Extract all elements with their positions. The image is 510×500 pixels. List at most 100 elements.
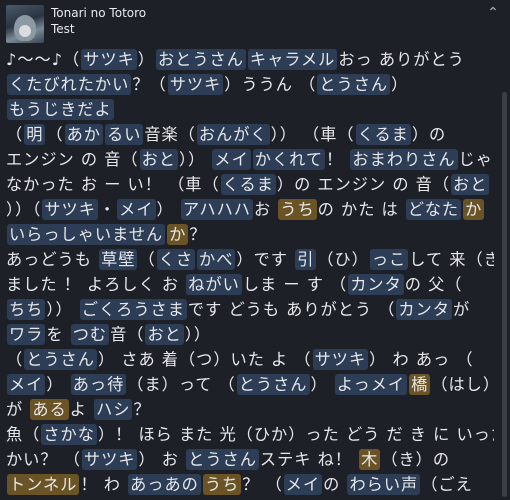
lyric-line[interactable]: が あるよ ハシ？ bbox=[6, 397, 494, 422]
lyric-text: ）） （ bbox=[270, 125, 321, 144]
lyric-word-chip[interactable]: とうさん bbox=[186, 449, 259, 470]
lyric-line[interactable]: ワラを つむ 音（ おと）） bbox=[6, 322, 494, 347]
lyric-word-chip[interactable]: あっ待 bbox=[70, 374, 127, 395]
lyric-text: ） bbox=[46, 375, 70, 394]
lyric-text: 車 bbox=[320, 125, 338, 144]
lyric-word-chip[interactable]: メイ bbox=[283, 474, 323, 495]
lyric-word-chip[interactable]: くるま bbox=[220, 174, 276, 195]
lyric-word-chip[interactable]: っこ bbox=[369, 249, 409, 270]
lyric-line[interactable]: 魚（ さかな）！ ほら また 光（ひか）った どう だ き に いった bbox=[6, 422, 494, 447]
lyric-line[interactable]: トンネル！ わ あっあの うち？ （メイの わらい声 （ごえ bbox=[6, 472, 494, 497]
lyric-word-chip[interactable]: 明 bbox=[24, 124, 46, 145]
lyric-word-chip[interactable]: よっメイ bbox=[334, 374, 408, 395]
lyric-line[interactable]: ））（ サツキ・メイ） アハハハお うちの かた は どなたか bbox=[6, 197, 494, 222]
lyric-word-chip[interactable]: かべ bbox=[197, 249, 236, 270]
lyric-text: です どうも ありがとう （ bbox=[187, 300, 396, 319]
lyric-text: ）！ ほら また 光（ひか）った どう だ き に いった bbox=[97, 425, 494, 444]
lyric-word-chip[interactable]: とうさん bbox=[24, 349, 97, 370]
lyric-line[interactable]: いらっしゃいませんか？ bbox=[6, 222, 494, 247]
lyric-text: ♪〜〜♪（ bbox=[6, 50, 81, 69]
lyric-word-chip[interactable]: メイ bbox=[117, 199, 156, 220]
lyric-word-chip[interactable]: ごくろうさま bbox=[79, 299, 187, 320]
lyric-line[interactable]: なかった お ー い！ （車（ くるま ）の エンジン の 音（ おと bbox=[6, 172, 494, 197]
lyric-text: ・ bbox=[98, 200, 117, 219]
lyric-text: ）です bbox=[236, 250, 295, 269]
lyric-word-chip[interactable]: くさ bbox=[156, 249, 196, 270]
lyrics-panel[interactable]: ♪〜〜♪（ サツキ）おとうさん キャラメル おっ ありがとう くたびれたかい ？（ サツキ）… bbox=[6, 47, 494, 499]
lyric-line[interactable]: ちち）） ごくろうさま です どうも ありがとう （カンタが bbox=[6, 297, 494, 322]
lyric-word-chip[interactable]: るい bbox=[104, 124, 144, 145]
lyric-word-chip[interactable]: サツキ bbox=[42, 199, 98, 220]
lyric-word-chip[interactable]: サツキ bbox=[167, 74, 224, 95]
lyric-word-chip-active[interactable]: か bbox=[463, 199, 485, 220]
lyric-text: ） bbox=[310, 375, 334, 394]
album-art[interactable] bbox=[6, 5, 44, 43]
lyric-word-chip[interactable]: おと bbox=[139, 149, 178, 170]
lyric-text: ！ わ bbox=[80, 475, 128, 494]
lyric-text: （ bbox=[337, 125, 355, 144]
lyric-word-chip[interactable]: アハハハ bbox=[180, 199, 253, 220]
lyric-word-chip[interactable]: さかな bbox=[41, 424, 97, 445]
lyric-line[interactable]: （とうさん） さあ 着（つ）いた よ （サツキ） わ あっ （ bbox=[6, 347, 494, 372]
lyric-word-chip[interactable]: かくれて bbox=[252, 149, 326, 170]
lyric-word-chip-active[interactable]: 橋 bbox=[409, 374, 431, 395]
lyric-word-chip-active[interactable]: か bbox=[167, 224, 189, 245]
lyric-word-chip[interactable]: メイ bbox=[212, 149, 251, 170]
lyric-word-chip[interactable]: つむ bbox=[70, 324, 110, 345]
lyric-word-chip-active[interactable]: 木 bbox=[359, 449, 381, 470]
lyric-text: が bbox=[452, 300, 471, 319]
lyric-word-chip[interactable]: サツキ bbox=[81, 49, 137, 70]
lyric-line[interactable]: ♪〜〜♪（ サツキ）おとうさん キャラメル おっ ありがとう bbox=[6, 47, 494, 72]
lyric-line[interactable]: （明（あか るい 音楽（ おんがく）） （車（ くるま ）の bbox=[6, 122, 494, 147]
lyric-word-chip[interactable]: おとうさん bbox=[155, 49, 246, 70]
lyric-word-chip[interactable]: キャラメル bbox=[247, 49, 338, 70]
lyric-word-chip[interactable]: 引 bbox=[295, 249, 317, 270]
lyric-text: ？ （ bbox=[242, 475, 283, 494]
lyric-word-chip-active[interactable]: トンネル bbox=[7, 474, 80, 495]
chevron-up-icon[interactable]: ⌃ bbox=[484, 4, 502, 22]
lyric-word-chip[interactable]: ハシ bbox=[94, 399, 133, 420]
lyric-text: ！ bbox=[326, 150, 350, 169]
lyric-word-chip[interactable]: おまわりさん bbox=[350, 149, 458, 170]
lyric-word-chip[interactable]: カンタ bbox=[396, 299, 452, 320]
lyric-line[interactable]: あっどうも 草壁（くさかべ）です 引（ひ）っこして 来（き） bbox=[6, 247, 494, 272]
lyric-word-chip-active[interactable]: ある bbox=[30, 399, 69, 420]
lyric-line[interactable]: くたびれたかい ？（ サツキ ）ううん （とうさん） bbox=[6, 72, 494, 97]
lyric-word-chip[interactable]: とうさん bbox=[236, 374, 310, 395]
lyric-word-chip[interactable]: おと bbox=[451, 174, 490, 195]
lyric-line[interactable]: メイ） あっ待 （ま）って （とうさん） よっメイ橋（はし） bbox=[6, 372, 494, 397]
lyric-word-chip[interactable]: ワラ bbox=[7, 324, 46, 345]
lyric-word-chip[interactable]: いらっしゃいません bbox=[7, 224, 166, 245]
lyric-word-chip[interactable]: サツキ bbox=[312, 349, 369, 370]
lyric-line[interactable]: エンジン の 音（ おと）） メイ かくれて！ おまわりさん じゃ bbox=[6, 147, 494, 172]
lyric-word-chip[interactable]: サツキ bbox=[81, 449, 138, 470]
lyric-word-chip[interactable]: くたびれたかい bbox=[7, 74, 132, 95]
lyric-word-chip[interactable]: カンタ bbox=[348, 274, 404, 295]
lyric-line[interactable]: もうじきだよ bbox=[6, 97, 494, 122]
lyric-text: ）） bbox=[184, 325, 212, 344]
lyric-word-chip[interactable]: くるま bbox=[355, 124, 411, 145]
lyric-text: （ひ） bbox=[317, 250, 369, 269]
lyric-text: ） bbox=[137, 50, 155, 69]
lyric-word-chip[interactable]: おと bbox=[145, 324, 184, 345]
lyric-word-chip-active[interactable]: うち bbox=[202, 474, 242, 495]
lyric-text: （ bbox=[6, 350, 24, 369]
lyric-text: （ごえ bbox=[421, 475, 473, 494]
lyric-word-chip[interactable]: もうじきだよ bbox=[7, 99, 114, 120]
scrollbar[interactable] bbox=[502, 92, 507, 497]
lyric-line[interactable]: かい？ （サツキ） お とうさん ステキ ね！ 木（き）の bbox=[6, 447, 494, 472]
lyric-word-chip[interactable]: メイ bbox=[7, 374, 46, 395]
lyric-word-chip[interactable]: おんがく bbox=[196, 124, 270, 145]
lyric-word-chip[interactable]: ちち bbox=[7, 299, 46, 320]
lyric-word-chip[interactable]: 草壁 bbox=[99, 249, 138, 270]
lyric-word-chip-active[interactable]: うち bbox=[278, 199, 317, 220]
lyric-word-chip[interactable]: ねがい bbox=[186, 274, 242, 295]
lyric-text: ）の bbox=[411, 125, 447, 144]
lyric-word-chip[interactable]: わらい声 bbox=[347, 474, 421, 495]
lyric-word-chip[interactable]: どなた bbox=[405, 199, 462, 220]
lyric-word-chip[interactable]: とうさん bbox=[317, 74, 391, 95]
lyric-line[interactable]: ）） bbox=[6, 497, 494, 499]
lyric-line[interactable]: ました ！ よろしく お ねがい しま ー す （カンタの 父（ bbox=[6, 272, 494, 297]
lyric-word-chip[interactable]: あか bbox=[64, 124, 103, 145]
lyric-word-chip[interactable]: あっあの bbox=[128, 474, 201, 495]
